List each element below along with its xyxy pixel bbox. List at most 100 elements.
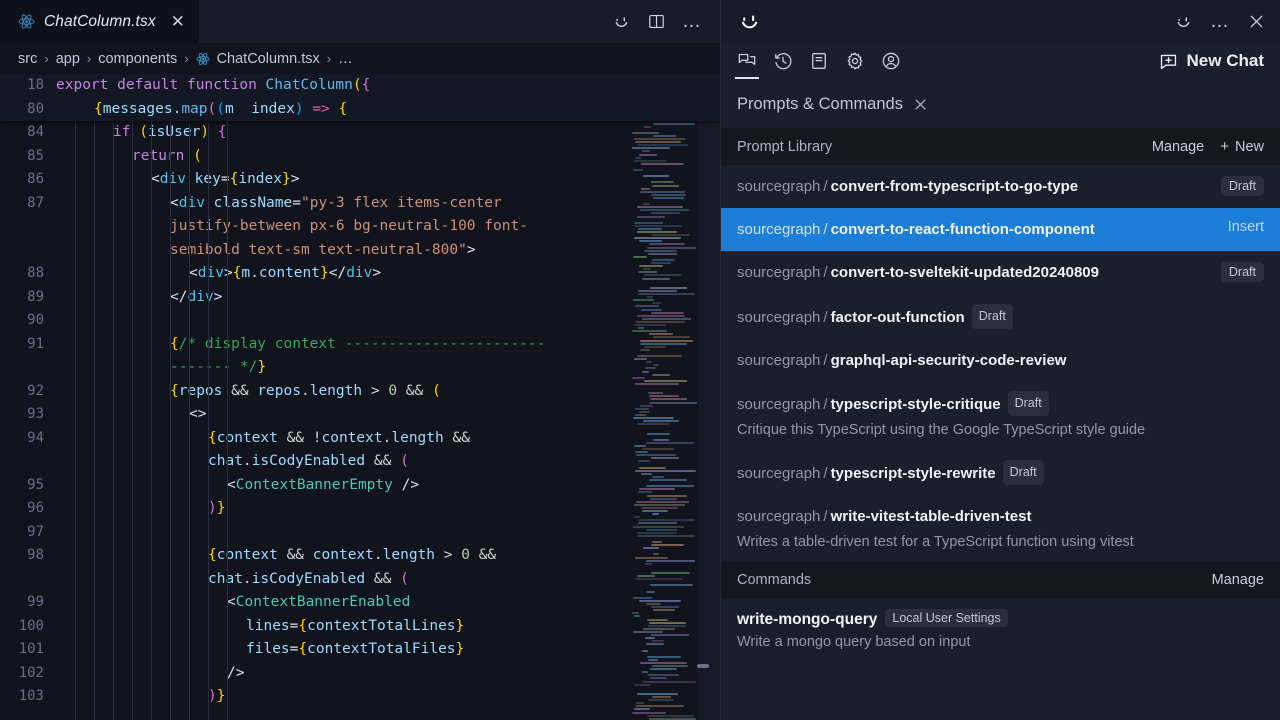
editor-scrollbar[interactable] — [696, 74, 710, 720]
code-text[interactable]: /> — [56, 662, 248, 686]
code-line[interactable]: 98{context && context.length > 0 && chat… — [0, 544, 720, 591]
code-text[interactable] — [56, 309, 183, 333]
code-text[interactable]: <ContextBannerEnabled — [56, 591, 414, 615]
minimap-line — [639, 154, 657, 156]
breadcrumb-components[interactable]: components — [98, 51, 177, 67]
new-chat-button[interactable]: New Chat — [1159, 51, 1264, 71]
code-text[interactable]: )} — [56, 497, 229, 521]
code-text[interactable]: files={contextTotalFiles} — [56, 638, 468, 662]
close-icon[interactable] — [913, 97, 928, 112]
minimap-line — [646, 485, 694, 487]
prompt-list-item[interactable]: sourcegraph/typescript-style-critiqueDra… — [721, 382, 1280, 451]
tab-settings[interactable] — [845, 43, 865, 79]
code-text[interactable]: lines={contextTotalLines} — [56, 615, 468, 639]
prompt-list-item[interactable]: sourcegraph/convert-from-typescript-to-g… — [721, 165, 1280, 208]
prompt-list-item[interactable]: sourcegraph/graphql-api-security-code-re… — [721, 339, 1280, 382]
code-text[interactable]: export default function ChatColumn({ — [56, 74, 374, 98]
editor-tab-chatcolumn[interactable]: ChatColumn.tsx ✕ — [0, 0, 199, 43]
prompt-list-item[interactable]: sourcegraph/convert-to-sveltekit-updated… — [721, 251, 1280, 294]
cody-smiley-icon[interactable] — [612, 12, 631, 31]
breadcrumb-symbol[interactable]: … — [338, 51, 353, 67]
code-line[interactable]: 89</div> — [0, 286, 720, 310]
editor-actions: … — [612, 0, 720, 43]
minimap-line — [642, 318, 691, 320]
breadcrumb-file[interactable]: ChatColumn.tsx — [217, 51, 320, 67]
code-line[interactable]: 96)} — [0, 497, 720, 521]
prompt-list-item[interactable]: sourcegraph/factor-out-functionDraft — [721, 295, 1280, 339]
minimap[interactable] — [632, 74, 698, 720]
code-text[interactable]: <div>{m.content}</div> — [56, 262, 385, 286]
code-text[interactable]: return ( — [56, 145, 206, 169]
code-line[interactable]: 102/> — [0, 662, 720, 686]
code-lines[interactable]: 84if (isUser) {85return (86<div key={ind… — [0, 121, 720, 709]
code-text[interactable]: {context && !context.length && chat.isCo… — [56, 427, 516, 474]
code-text[interactable]: </div> — [56, 286, 226, 310]
tab-account[interactable] — [881, 43, 901, 79]
code-line[interactable]: 85return ( — [0, 145, 720, 169]
code-line[interactable]: 86<div key={index}> — [0, 168, 720, 192]
minimap-line — [649, 333, 673, 335]
minimap-line — [648, 699, 674, 701]
code-line[interactable]: 18export default function ChatColumn({ — [0, 74, 720, 98]
code-text[interactable]: {/* display context --------------------… — [56, 333, 554, 380]
manage-prompts-button[interactable]: Manage — [1152, 139, 1204, 155]
code-text[interactable]: <div className="py-3 flex items-center j… — [56, 192, 554, 263]
tab-prompts[interactable] — [809, 43, 829, 79]
cody-smiley-icon[interactable] — [1174, 12, 1193, 31]
code-line[interactable]: 99<ContextBannerEnabled — [0, 591, 720, 615]
scrollbar-thumb[interactable] — [697, 664, 709, 668]
code-text[interactable]: if (isUser) { — [56, 121, 231, 145]
minimap-line — [639, 467, 666, 469]
more-actions-icon[interactable]: … — [682, 12, 702, 31]
code-line[interactable]: 97 — [0, 521, 720, 545]
command-list-item[interactable]: write-mongo-queryLocal User SettingsWrit… — [721, 598, 1280, 654]
breadcrumb-src[interactable]: src — [18, 51, 37, 67]
prompt-list-item[interactable]: sourcegraph/write-vitest-table-driven-te… — [721, 495, 1280, 563]
new-prompt-label: New — [1235, 139, 1264, 155]
code-text[interactable]: {messages.map((m, index) => { — [56, 98, 351, 122]
code-line[interactable]: 100lines={contextTotalLines} — [0, 615, 720, 639]
code-line[interactable]: 93<> — [0, 403, 720, 427]
line-number: 94 — [0, 427, 56, 451]
code-text[interactable] — [56, 521, 221, 545]
code-line[interactable]: 87<div className="py-3 flex items-center… — [0, 192, 720, 263]
prompt-list[interactable]: sourcegraph/convert-from-typescript-to-g… — [721, 165, 1280, 562]
tab-chat[interactable] — [737, 43, 757, 79]
code-line[interactable]: 94{context && !context.length && chat.is… — [0, 427, 720, 474]
minimap-line — [640, 343, 687, 345]
minimap-line — [650, 398, 687, 400]
insert-button[interactable]: Insert — [1228, 219, 1264, 235]
code-line[interactable]: 91{/* display context ------------------… — [0, 333, 720, 380]
code-line[interactable]: 92{repos && repos.length > 0 && ( — [0, 380, 720, 404]
breadcrumb-app[interactable]: app — [56, 51, 80, 67]
prompt-text: sourcegraph/typescript-style-rewriteDraf… — [737, 460, 1264, 486]
code-line[interactable]: 88<div>{m.content}</div> — [0, 262, 720, 286]
prompts-commands-header: Prompts & Commands — [721, 79, 1280, 128]
code-text[interactable]: <> — [56, 403, 210, 427]
manage-commands-button[interactable]: Manage — [1212, 572, 1264, 588]
prompt-list-item[interactable]: sourcegraph/typescript-style-rewriteDraf… — [721, 451, 1280, 495]
code-line[interactable]: 103)} — [0, 685, 720, 709]
new-prompt-button[interactable]: + New — [1220, 138, 1264, 155]
more-actions-icon[interactable]: … — [1210, 12, 1230, 31]
minimap-line — [646, 560, 695, 562]
react-icon — [196, 52, 210, 66]
code-text[interactable]: <div key={index}> — [56, 168, 303, 192]
tab-history[interactable] — [773, 43, 793, 79]
code-line[interactable]: 84if (isUser) { — [0, 121, 720, 145]
code-line[interactable]: 90 — [0, 309, 720, 333]
close-icon[interactable]: ✕ — [171, 13, 185, 30]
code-text[interactable]: {repos && repos.length > 0 && ( — [56, 380, 445, 404]
code-line[interactable]: 101files={contextTotalFiles} — [0, 638, 720, 662]
code-editor[interactable]: 18export default function ChatColumn({80… — [0, 74, 720, 720]
code-line[interactable]: 80{messages.map((m, index) => { — [0, 98, 720, 122]
code-text[interactable]: <ContextBannerEmpty /> — [56, 474, 423, 498]
code-line[interactable]: 95<ContextBannerEmpty /> — [0, 474, 720, 498]
code-text[interactable]: )} — [56, 685, 229, 709]
split-editor-icon[interactable] — [647, 12, 666, 31]
code-text[interactable]: {context && context.length > 0 && chat.i… — [56, 544, 516, 591]
prompt-list-item[interactable]: sourcegraph/convert-to-react-function-co… — [721, 208, 1280, 251]
command-list[interactable]: write-mongo-queryLocal User SettingsWrit… — [721, 598, 1280, 654]
close-icon[interactable] — [1247, 12, 1266, 31]
editor-area: ChatColumn.tsx ✕ … src › app › component… — [0, 0, 720, 720]
